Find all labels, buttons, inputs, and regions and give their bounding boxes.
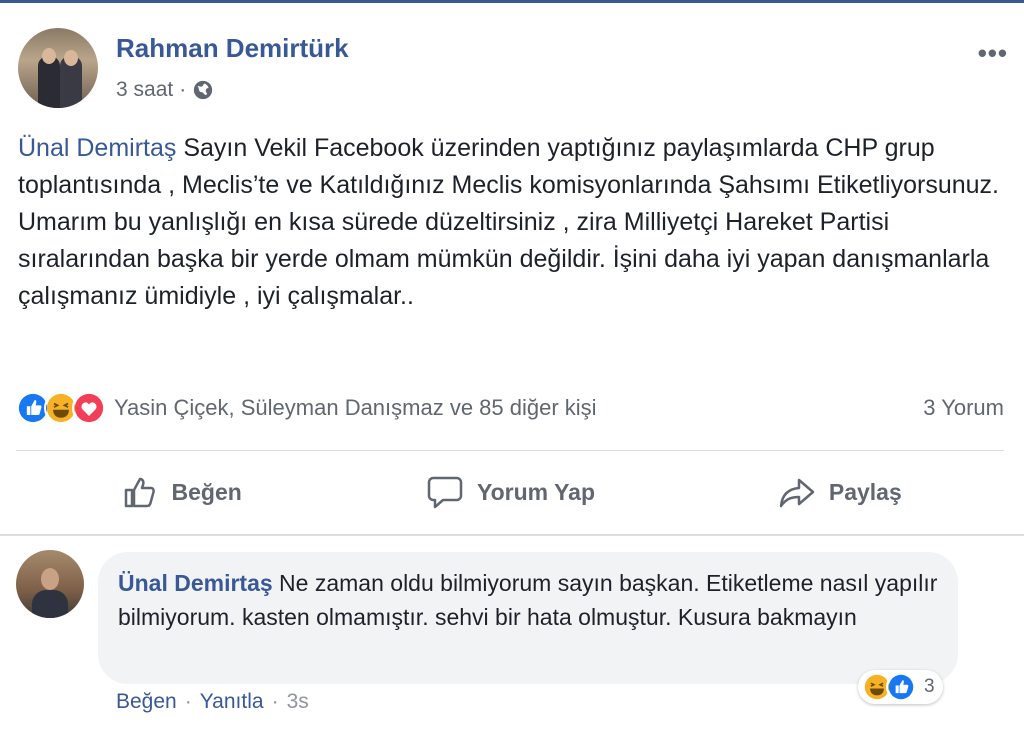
reactions-summary: Yasin Çiçek, Süleyman Danışmaz ve 85 diğ… [16, 390, 1004, 426]
comment-like-link[interactable]: Beğen [116, 690, 177, 714]
comment-label: Yorum Yap [476, 478, 595, 505]
comment-bubble: Ünal Demirtaş Ne zaman oldu bilmiyorum s… [98, 552, 958, 684]
reaction-icons[interactable] [16, 391, 106, 425]
mention-link[interactable]: Ünal Demirtaş [18, 134, 176, 162]
post-author-name[interactable]: Rahman Demirtürk [116, 33, 349, 64]
commenter-avatar[interactable] [16, 550, 84, 618]
section-divider [0, 534, 1024, 536]
post-time[interactable]: 3 saat [116, 78, 173, 102]
like-label: Beğen [171, 478, 242, 505]
post-body: Ünal Demirtaş Sayın Vekil Facebook üzeri… [18, 130, 1008, 315]
comment-actions: Beğen · Yanıtla · 3s [116, 690, 309, 714]
separator: · [271, 690, 279, 713]
comment-time[interactable]: 3s [287, 690, 309, 714]
comment-button[interactable]: Yorum Yap [345, 462, 674, 522]
post-meta: 3 saat · [116, 78, 214, 102]
comment-count[interactable]: 3 Yorum [923, 395, 1004, 421]
post-header: Rahman Demirtürk 3 saat · ••• [18, 28, 1008, 112]
separator: · [184, 690, 192, 713]
more-options-icon[interactable]: ••• [978, 38, 1008, 69]
share-label: Paylaş [828, 478, 902, 505]
meta-separator: · [179, 78, 187, 101]
globe-icon[interactable] [192, 79, 214, 101]
comment: Ünal Demirtaş Ne zaman oldu bilmiyorum s… [16, 548, 1006, 738]
share-arrow-icon [779, 478, 815, 508]
author-avatar[interactable] [18, 28, 98, 108]
commenter-name[interactable]: Ünal Demirtaş [118, 570, 273, 596]
comment-reaction-count: 3 [924, 676, 935, 697]
like-button[interactable]: Beğen [16, 462, 345, 522]
comment-reply-link[interactable]: Yanıtla [200, 690, 264, 714]
like-icon [886, 672, 916, 702]
comment-reactions[interactable]: 3 [858, 670, 943, 704]
share-button[interactable]: Paylaş [675, 462, 1004, 522]
divider [16, 450, 1004, 451]
reactors-text[interactable]: Yasin Çiçek, Süleyman Danışmaz ve 85 diğ… [114, 395, 597, 421]
thumbs-up-icon [124, 477, 155, 508]
post-actions: Beğen Yorum Yap Paylaş [16, 462, 1004, 522]
comment-bubble-icon [427, 476, 463, 509]
love-icon [72, 391, 106, 425]
top-border [0, 0, 1024, 3]
